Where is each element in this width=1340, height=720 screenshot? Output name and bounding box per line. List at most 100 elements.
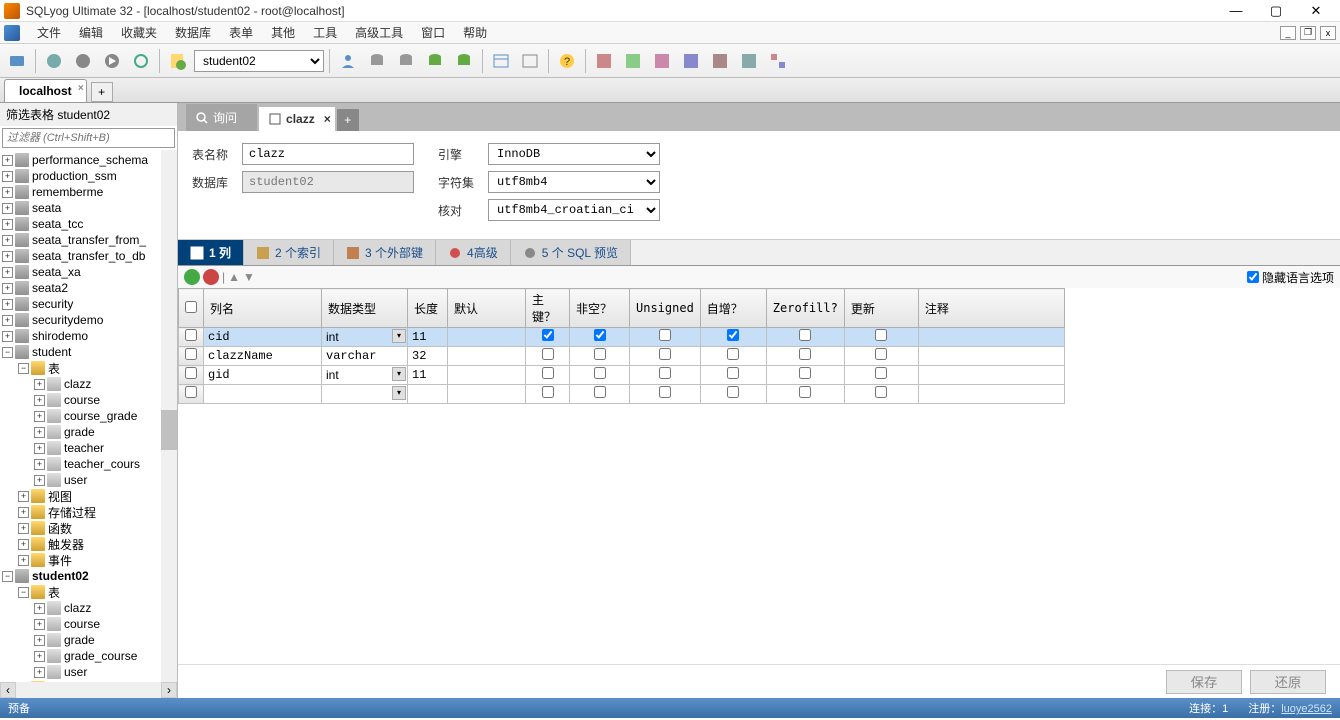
pk-checkbox[interactable]	[542, 367, 554, 379]
db-export-icon[interactable]	[364, 48, 390, 74]
tab-query[interactable]: 询问	[186, 104, 257, 131]
col-name-cell[interactable]: gid	[204, 366, 322, 385]
expand-icon[interactable]: +	[2, 203, 13, 214]
subtab-advanced[interactable]: 4高级	[436, 240, 511, 265]
minimize-button[interactable]: —	[1216, 1, 1256, 21]
connection-tab-localhost[interactable]: localhost ×	[4, 79, 87, 102]
run-all-icon[interactable]	[99, 48, 125, 74]
expand-icon[interactable]: +	[2, 299, 13, 310]
help-icon[interactable]: ?	[554, 48, 580, 74]
mdi-restore[interactable]: ❐	[1300, 26, 1316, 40]
collation-select[interactable]: utf8mb4_croatian_ci	[488, 199, 660, 221]
pk-checkbox[interactable]	[542, 386, 554, 398]
maximize-button[interactable]: ▢	[1256, 1, 1296, 21]
close-tab-icon[interactable]: ×	[78, 83, 84, 94]
header-type[interactable]: 数据类型	[322, 289, 408, 328]
subtab-columns[interactable]: 1 列	[178, 240, 244, 265]
menu-window[interactable]: 窗口	[412, 22, 454, 43]
col-comment-cell[interactable]	[918, 328, 1064, 347]
row-checkbox[interactable]	[185, 386, 197, 398]
col-name-cell[interactable]: clazzName	[204, 347, 322, 366]
expand-icon[interactable]: +	[2, 219, 13, 230]
menu-edit[interactable]: 编辑	[70, 22, 112, 43]
backup2-icon[interactable]	[707, 48, 733, 74]
nn-checkbox[interactable]	[594, 329, 606, 341]
expand-icon[interactable]: +	[2, 235, 13, 246]
unsigned-checkbox[interactable]	[659, 348, 671, 360]
database-tree[interactable]: +performance_schema +production_ssm +rem…	[0, 150, 177, 682]
header-name[interactable]: 列名	[204, 289, 322, 328]
pk-checkbox[interactable]	[542, 348, 554, 360]
add-connection-button[interactable]: +	[91, 82, 113, 102]
tab-clazz[interactable]: clazz ×	[259, 107, 335, 131]
row-checkbox[interactable]	[185, 348, 197, 360]
db-sync2-icon[interactable]	[451, 48, 477, 74]
expand-icon[interactable]: +	[34, 443, 45, 454]
zf-checkbox[interactable]	[799, 348, 811, 360]
col-type-cell[interactable]: int▾	[322, 328, 408, 347]
header-upd[interactable]: 更新	[844, 289, 918, 328]
column-row[interactable]: cid int▾ 11	[179, 328, 1065, 347]
header-zf[interactable]: Zerofill?	[766, 289, 844, 328]
export-data3-icon[interactable]	[649, 48, 675, 74]
new-connection-icon[interactable]	[4, 48, 30, 74]
add-row-icon[interactable]	[184, 269, 200, 285]
move-down-icon[interactable]: ▼	[243, 270, 255, 284]
expand-icon[interactable]: +	[2, 315, 13, 326]
sql-format-icon[interactable]	[165, 48, 191, 74]
upd-checkbox[interactable]	[875, 329, 887, 341]
expand-icon[interactable]: +	[2, 251, 13, 262]
nn-checkbox[interactable]	[594, 367, 606, 379]
upd-checkbox[interactable]	[875, 367, 887, 379]
column-row[interactable]: gid int▾ 11	[179, 366, 1065, 385]
expand-icon[interactable]: +	[34, 651, 45, 662]
refresh-icon[interactable]	[128, 48, 154, 74]
row-checkbox[interactable]	[185, 367, 197, 379]
remove-row-icon[interactable]	[203, 269, 219, 285]
backup1-icon[interactable]	[678, 48, 704, 74]
nn-checkbox[interactable]	[594, 348, 606, 360]
header-unsigned[interactable]: Unsigned	[630, 289, 701, 328]
schema-designer-icon[interactable]	[765, 48, 791, 74]
export-data1-icon[interactable]	[591, 48, 617, 74]
ai-checkbox[interactable]	[727, 348, 739, 360]
expand-icon[interactable]: +	[18, 491, 29, 502]
subtab-indexes[interactable]: 2 个索引	[244, 240, 334, 265]
menu-database[interactable]: 数据库	[166, 22, 220, 43]
close-button[interactable]: ✕	[1296, 1, 1336, 21]
expand-icon[interactable]: +	[34, 635, 45, 646]
expand-icon[interactable]: +	[2, 267, 13, 278]
expand-icon[interactable]: +	[34, 379, 45, 390]
select-all-checkbox[interactable]	[185, 301, 197, 313]
registration-link[interactable]: luoye2562	[1281, 703, 1332, 715]
expand-icon[interactable]: +	[34, 475, 45, 486]
zf-checkbox[interactable]	[799, 329, 811, 341]
collapse-icon[interactable]: −	[2, 571, 13, 582]
database-selector[interactable]: student02	[194, 50, 324, 72]
nn-checkbox[interactable]	[594, 386, 606, 398]
col-comment-cell[interactable]	[918, 366, 1064, 385]
expand-icon[interactable]: +	[18, 523, 29, 534]
sched-icon[interactable]	[736, 48, 762, 74]
header-comment[interactable]: 注释	[918, 289, 1064, 328]
col-type-cell[interactable]: varchar	[322, 347, 408, 366]
unsigned-checkbox[interactable]	[659, 367, 671, 379]
expand-icon[interactable]: +	[34, 667, 45, 678]
unsigned-checkbox[interactable]	[659, 329, 671, 341]
expand-icon[interactable]: +	[34, 603, 45, 614]
expand-icon[interactable]: +	[2, 283, 13, 294]
run-query-icon[interactable]	[70, 48, 96, 74]
col-name-cell[interactable]: cid	[204, 328, 322, 347]
new-query-icon[interactable]	[41, 48, 67, 74]
menu-advtools[interactable]: 高级工具	[346, 22, 412, 43]
export-data2-icon[interactable]	[620, 48, 646, 74]
db-sync1-icon[interactable]	[422, 48, 448, 74]
collapse-icon[interactable]: −	[2, 347, 13, 358]
col-len-cell[interactable]: 11	[408, 328, 448, 347]
hide-lang-checkbox[interactable]: 隐藏语言选项	[1247, 269, 1334, 286]
mdi-minimize[interactable]: _	[1280, 26, 1296, 40]
expand-icon[interactable]: +	[34, 411, 45, 422]
filter-input[interactable]	[2, 128, 175, 148]
unsigned-checkbox[interactable]	[659, 386, 671, 398]
table-edit-icon[interactable]	[517, 48, 543, 74]
